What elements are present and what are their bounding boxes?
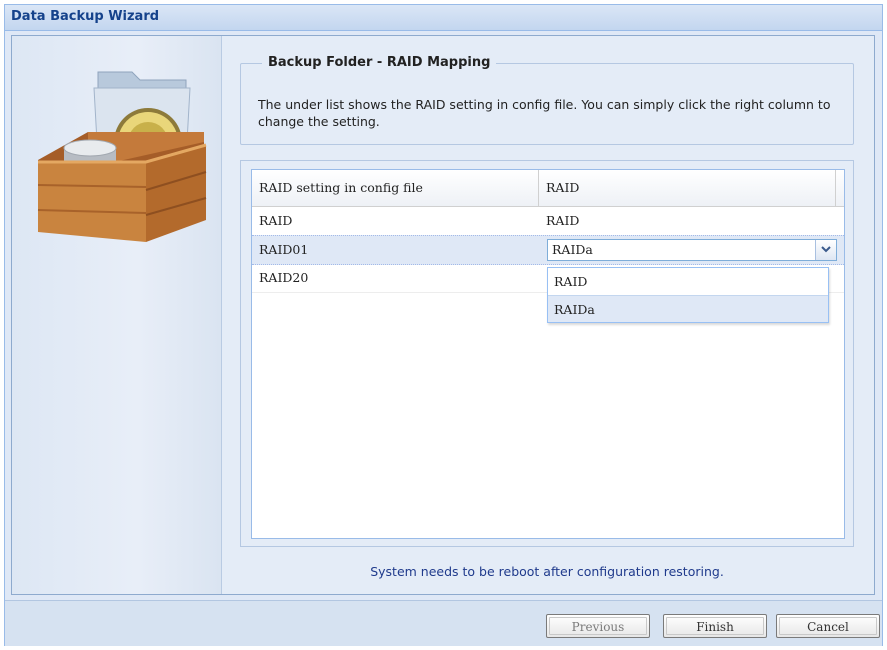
button-bar: Previous Finish Cancel: [5, 600, 882, 646]
chevron-down-icon[interactable]: [815, 240, 836, 260]
cell-config: RAID01: [259, 242, 309, 257]
content-panel: Backup Folder - RAID Mapping The under l…: [222, 36, 874, 594]
grid-container: RAID setting in config file RAID RAID RA…: [240, 160, 854, 547]
window-title: Data Backup Wizard: [11, 9, 160, 24]
mapping-fieldset: Backup Folder - RAID Mapping The under l…: [240, 55, 854, 145]
wizard-body: Backup Folder - RAID Mapping The under l…: [11, 35, 875, 595]
reboot-notice: System needs to be reboot after configur…: [370, 564, 724, 579]
raid-combo-editor[interactable]: RAIDa: [547, 239, 837, 261]
raid-dropdown-list: RAID RAIDa: [547, 267, 829, 323]
combo-value[interactable]: RAIDa: [552, 240, 593, 260]
dropdown-option[interactable]: RAID: [548, 268, 828, 295]
cancel-button[interactable]: Cancel: [776, 614, 880, 638]
raid-mapping-grid: RAID setting in config file RAID RAID RA…: [251, 169, 845, 539]
previous-button[interactable]: Previous: [546, 614, 650, 638]
cancel-button-label: Cancel: [779, 617, 877, 635]
grid-header: RAID setting in config file RAID: [252, 170, 844, 207]
column-header-config[interactable]: RAID setting in config file: [252, 170, 539, 206]
dropdown-option-highlighted[interactable]: RAIDa: [548, 295, 828, 322]
cell-config: RAID20: [259, 270, 309, 285]
title-bar: Data Backup Wizard: [5, 5, 882, 31]
column-header-raid[interactable]: RAID: [539, 170, 836, 206]
previous-button-label: Previous: [549, 617, 647, 635]
finish-button[interactable]: Finish: [663, 614, 767, 638]
table-row[interactable]: RAID RAID: [252, 207, 844, 236]
table-row-selected[interactable]: RAID01 RAIDa: [252, 235, 844, 265]
cell-raid[interactable]: RAID: [539, 207, 836, 235]
finish-button-label: Finish: [666, 617, 764, 635]
backup-box-icon: [28, 50, 218, 249]
cell-config: RAID: [259, 213, 293, 228]
wizard-window: Data Backup Wizard Backup Folder - RAID …: [4, 4, 883, 646]
left-panel: [12, 36, 222, 594]
mapping-description: The under list shows the RAID setting in…: [258, 97, 831, 129]
fieldset-legend: Backup Folder - RAID Mapping: [262, 55, 497, 70]
